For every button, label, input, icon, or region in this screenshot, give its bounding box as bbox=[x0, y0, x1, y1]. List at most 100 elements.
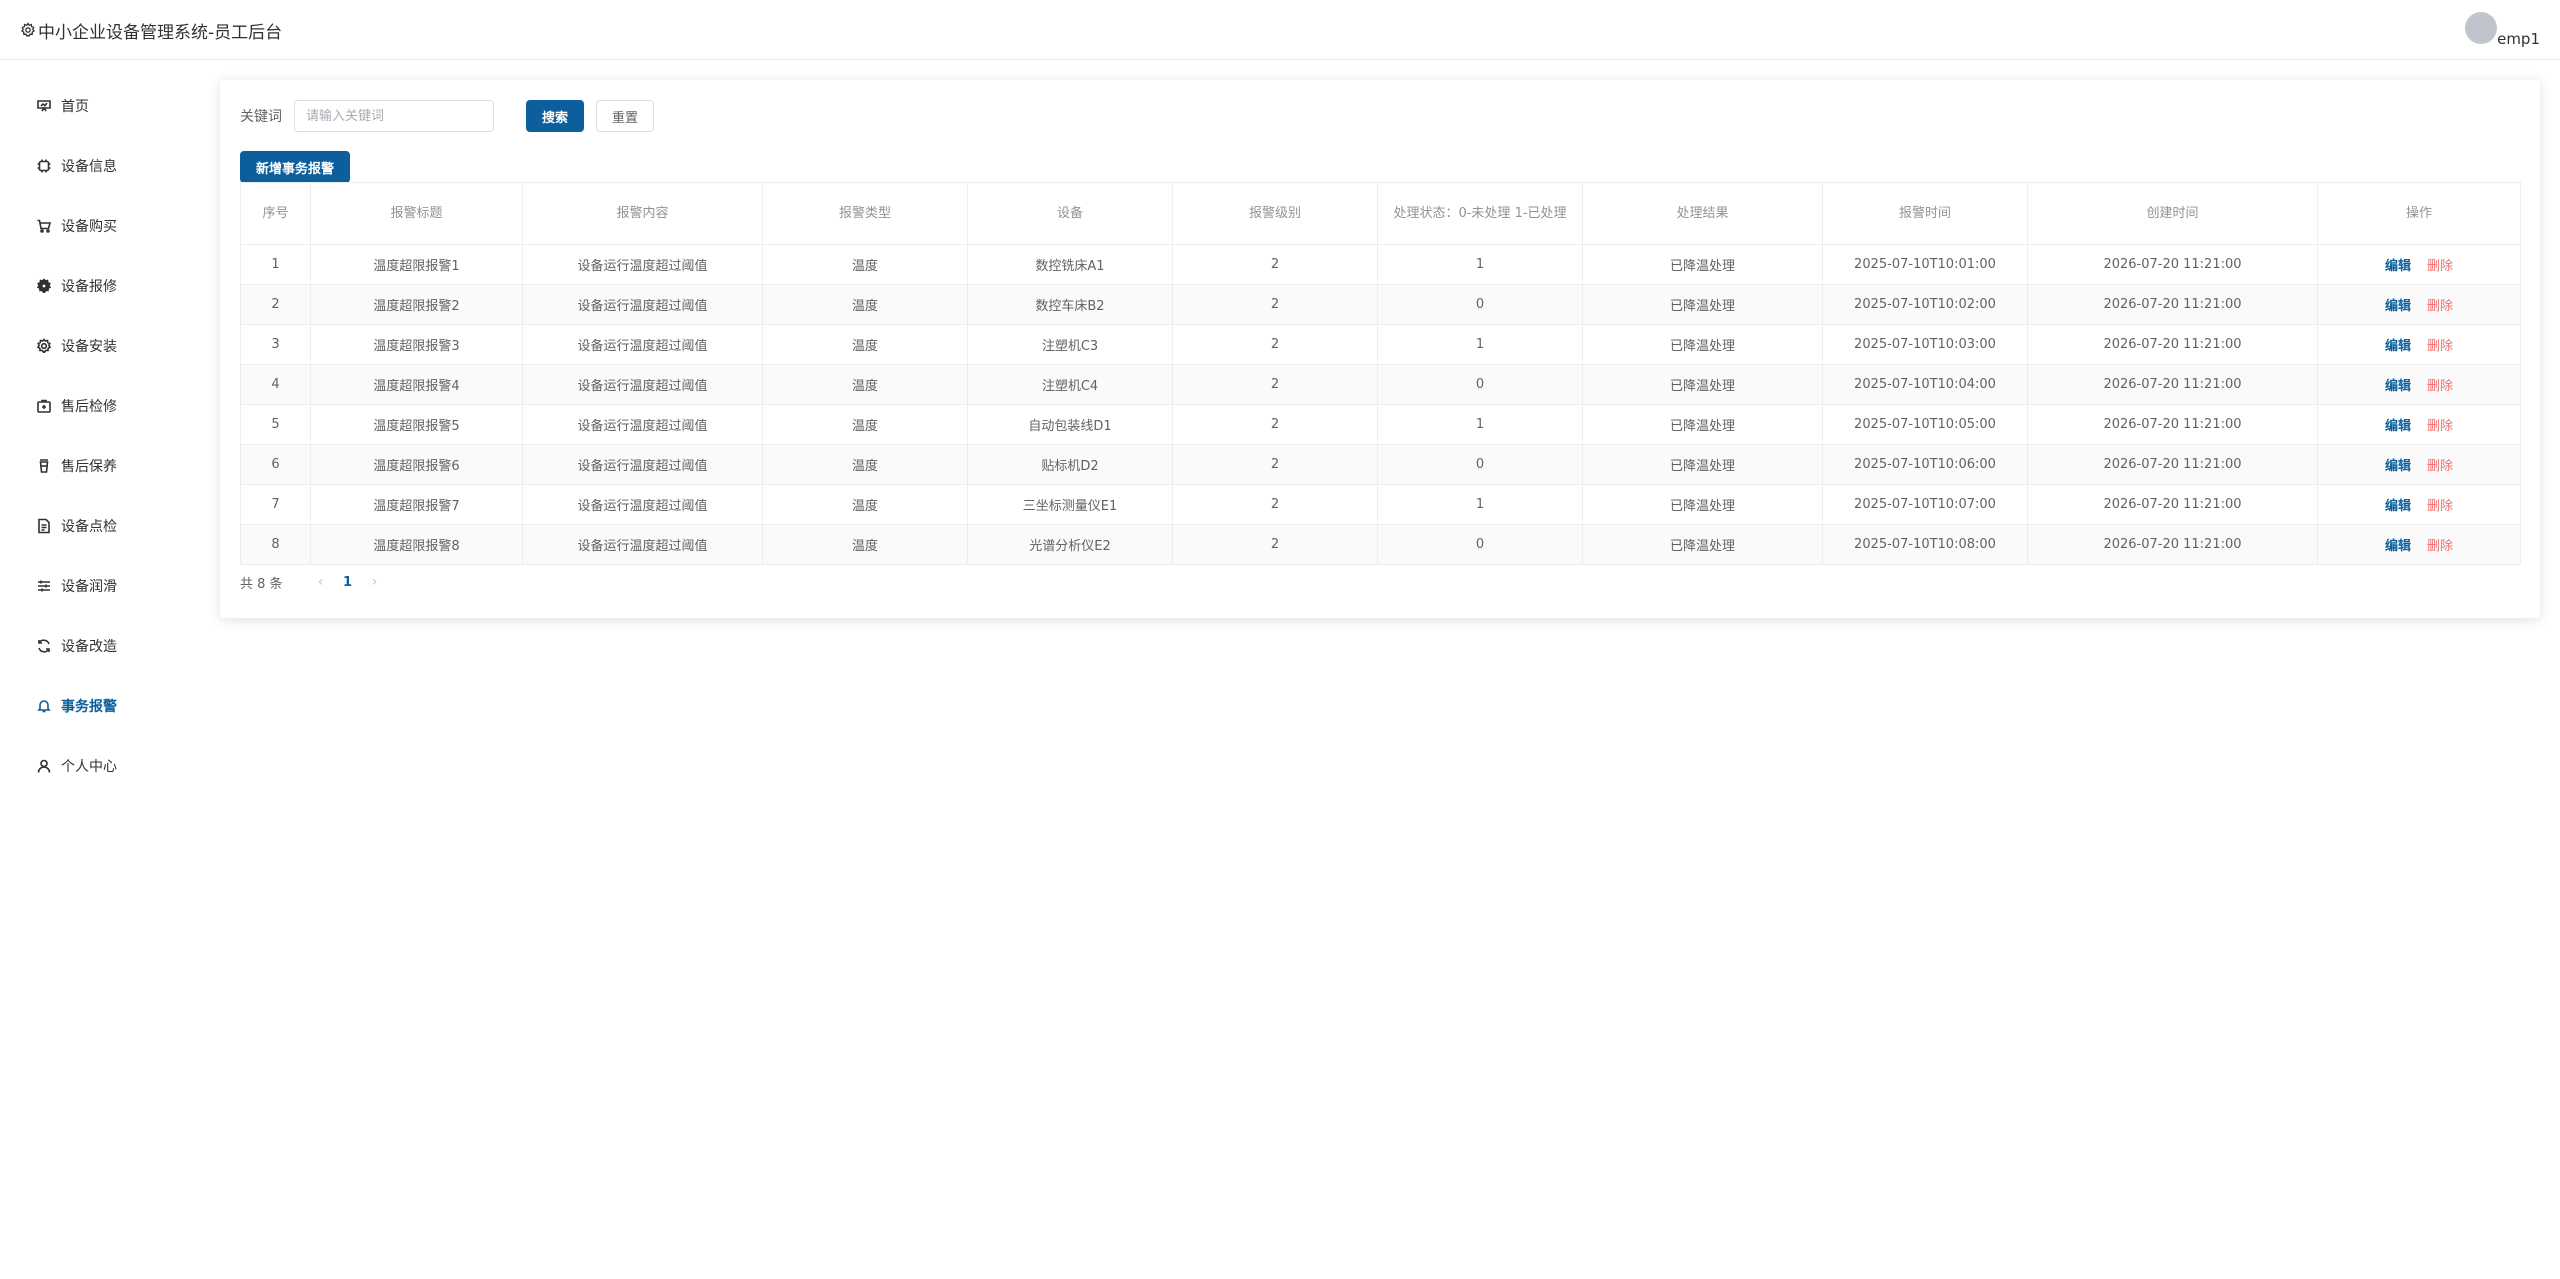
sidebar-item-label: 设备报修 bbox=[61, 279, 117, 295]
delete-button[interactable]: 删除 bbox=[2427, 459, 2453, 474]
table-cell: 自动包装线D1 bbox=[967, 404, 1173, 445]
table-cell: 温度超限报警1 bbox=[310, 244, 523, 285]
avatar[interactable] bbox=[2465, 12, 2498, 44]
reset-button[interactable]: 重置 bbox=[596, 100, 655, 132]
table-cell: 已降温处理 bbox=[1582, 364, 1823, 405]
table-cell: 2026-07-20 11:21:00 bbox=[2027, 284, 2318, 325]
table-cell: 温度超限报警3 bbox=[310, 324, 523, 365]
table-header-row: 序号 报警标题 报警内容 报警类型 设备 报警级别 处理状态：0-未处理 1-已… bbox=[240, 182, 2521, 245]
table-cell: 温度超限报警6 bbox=[310, 444, 523, 485]
first-aid-icon bbox=[35, 397, 53, 415]
table-cell: 2025-07-10T10:08:00 bbox=[1822, 524, 2028, 565]
add-alarm-button[interactable]: 新增事务报警 bbox=[240, 151, 351, 183]
table-cell: 1 bbox=[240, 244, 311, 285]
chevron-left-icon[interactable]: ‹ bbox=[309, 574, 333, 590]
table-cell: 光谱分析仪E2 bbox=[967, 524, 1173, 565]
column-header: 操作 bbox=[2317, 182, 2521, 245]
user-icon bbox=[35, 757, 53, 775]
delete-button[interactable]: 删除 bbox=[2427, 419, 2453, 434]
table-row: 7 温度超限报警7 设备运行温度超过阈值 温度 三坐标测量仪E1 2 1 已降温处理 2025-… bbox=[240, 484, 2521, 525]
table-cell: 1 bbox=[1377, 404, 1583, 445]
delete-button[interactable]: 删除 bbox=[2427, 339, 2453, 354]
sidebar-item-equipment-info[interactable]: 设备信息 bbox=[0, 138, 200, 194]
table-cell: 2 bbox=[1172, 284, 1378, 325]
table-cell: 注塑机C3 bbox=[967, 324, 1173, 365]
table-cell: 3 bbox=[240, 324, 311, 365]
edit-button[interactable]: 编辑 bbox=[2385, 419, 2411, 434]
pagination: 共 8 条 ‹ 1 › bbox=[240, 570, 387, 594]
table-cell: 2 bbox=[1172, 244, 1378, 285]
column-header: 序号 bbox=[240, 182, 311, 245]
column-header: 设备 bbox=[967, 182, 1173, 245]
table-cell: 2 bbox=[1172, 524, 1378, 565]
delete-button[interactable]: 删除 bbox=[2427, 539, 2453, 554]
edit-button[interactable]: 编辑 bbox=[2385, 299, 2411, 314]
sidebar-item-after-sales-repair[interactable]: 售后检修 bbox=[0, 378, 200, 434]
edit-button[interactable]: 编辑 bbox=[2385, 459, 2411, 474]
table-cell: 1 bbox=[1377, 244, 1583, 285]
edit-button[interactable]: 编辑 bbox=[2385, 499, 2411, 514]
table-row: 8 温度超限报警8 设备运行温度超过阈值 温度 光谱分析仪E2 2 0 已降温处理 2025-0… bbox=[240, 524, 2521, 565]
table-cell: 2026-07-20 11:21:00 bbox=[2027, 404, 2318, 445]
sidebar-item-maintenance[interactable]: 售后保养 bbox=[0, 438, 200, 494]
total-count: 共 8 条 bbox=[240, 576, 283, 592]
edit-button[interactable]: 编辑 bbox=[2385, 379, 2411, 394]
sidebar-item-inspection[interactable]: 设备点检 bbox=[0, 498, 200, 554]
home-icon bbox=[35, 97, 53, 115]
page-number[interactable]: 1 bbox=[333, 575, 363, 590]
sidebar-item-purchase[interactable]: 设备购买 bbox=[0, 198, 200, 254]
table-cell: 注塑机C4 bbox=[967, 364, 1173, 405]
chevron-right-icon[interactable]: › bbox=[363, 574, 387, 590]
table-cell: 温度 bbox=[762, 244, 968, 285]
column-header: 报警类型 bbox=[762, 182, 968, 245]
table-cell: 温度超限报警5 bbox=[310, 404, 523, 445]
table-cell: 7 bbox=[240, 484, 311, 525]
sidebar-item-repair[interactable]: 设备报修 bbox=[0, 258, 200, 314]
search-button[interactable]: 搜索 bbox=[526, 100, 585, 132]
table-cell: 2026-07-20 11:21:00 bbox=[2027, 444, 2318, 485]
table-cell: 已降温处理 bbox=[1582, 404, 1823, 445]
sidebar-item-alarms[interactable]: 事务报警 bbox=[0, 678, 200, 734]
delete-button[interactable]: 删除 bbox=[2427, 259, 2453, 274]
table-cell: 1 bbox=[1377, 484, 1583, 525]
table-cell: 2025-07-10T10:05:00 bbox=[1822, 404, 2028, 445]
sidebar-item-lubrication[interactable]: 设备润滑 bbox=[0, 558, 200, 614]
user-menu[interactable]: emp1 bbox=[2465, 12, 2540, 48]
operations-cell: 编辑 删除 bbox=[2317, 364, 2521, 405]
gear-logo-icon bbox=[20, 22, 36, 38]
table-cell: 2025-07-10T10:06:00 bbox=[1822, 444, 2028, 485]
column-header: 报警时间 bbox=[1822, 182, 2028, 245]
sidebar-item-label: 设备安装 bbox=[61, 339, 117, 355]
sidebar-item-install[interactable]: 设备安装 bbox=[0, 318, 200, 374]
sidebar-item-label: 设备信息 bbox=[61, 159, 117, 175]
table-cell: 设备运行温度超过阈值 bbox=[522, 444, 763, 485]
table-cell: 2 bbox=[1172, 444, 1378, 485]
table-cell: 0 bbox=[1377, 284, 1583, 325]
sidebar-item-profile[interactable]: 个人中心 bbox=[0, 738, 200, 794]
column-header: 报警内容 bbox=[522, 182, 763, 245]
table-cell: 0 bbox=[1377, 524, 1583, 565]
delete-button[interactable]: 删除 bbox=[2427, 299, 2453, 314]
edit-button[interactable]: 编辑 bbox=[2385, 539, 2411, 554]
table-cell: 2 bbox=[1172, 404, 1378, 445]
sliders-icon bbox=[35, 577, 53, 595]
keyword-input[interactable] bbox=[294, 100, 494, 132]
delete-button[interactable]: 删除 bbox=[2427, 379, 2453, 394]
sidebar-item-renovation[interactable]: 设备改造 bbox=[0, 618, 200, 674]
user-name[interactable]: emp1 bbox=[2497, 30, 2540, 48]
table-cell: 设备运行温度超过阈值 bbox=[522, 364, 763, 405]
sidebar-item-home[interactable]: 首页 bbox=[0, 78, 200, 134]
top-header: 中小企业设备管理系统-员工后台 emp1 bbox=[0, 0, 2560, 60]
delete-button[interactable]: 删除 bbox=[2427, 499, 2453, 514]
operations-cell: 编辑 删除 bbox=[2317, 484, 2521, 525]
edit-button[interactable]: 编辑 bbox=[2385, 259, 2411, 274]
table-cell: 已降温处理 bbox=[1582, 324, 1823, 365]
table-cell: 2026-07-20 11:21:00 bbox=[2027, 524, 2318, 565]
table-cell: 已降温处理 bbox=[1582, 524, 1823, 565]
table-cell: 设备运行温度超过阈值 bbox=[522, 284, 763, 325]
table-cell: 2026-07-20 11:21:00 bbox=[2027, 324, 2318, 365]
table-row: 4 温度超限报警4 设备运行温度超过阈值 温度 注塑机C4 2 0 已降温处理 2025-07-… bbox=[240, 364, 2521, 405]
table-cell: 0 bbox=[1377, 364, 1583, 405]
edit-button[interactable]: 编辑 bbox=[2385, 339, 2411, 354]
table-cell: 已降温处理 bbox=[1582, 244, 1823, 285]
